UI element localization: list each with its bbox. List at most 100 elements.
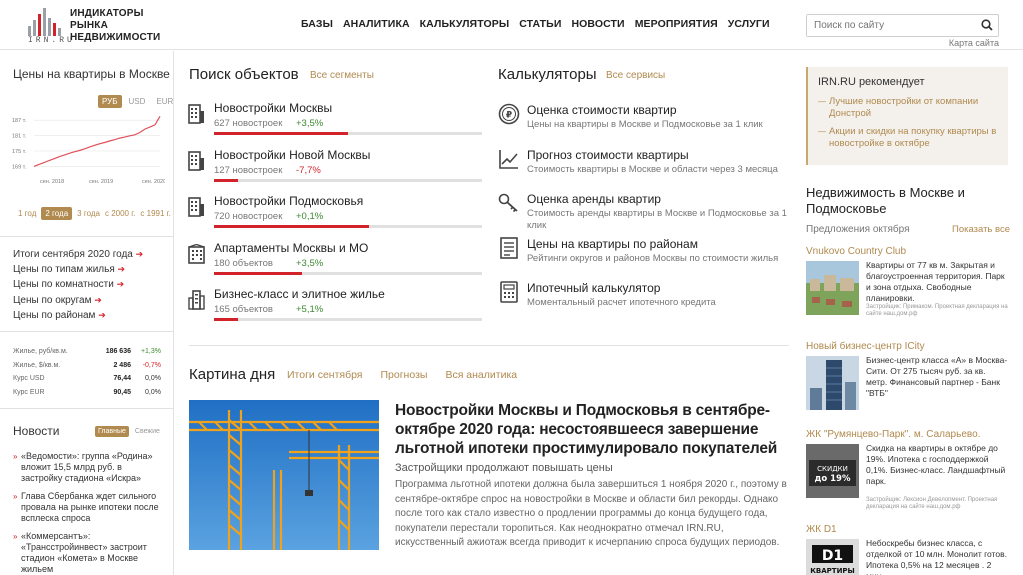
sitemap-link[interactable]: Карта сайта bbox=[949, 38, 999, 48]
calculator-item[interactable]: ₽ Оценка стоимости квартир Цены на кварт… bbox=[498, 101, 788, 146]
currency-tab-eur[interactable]: EUR bbox=[152, 95, 177, 108]
divider bbox=[189, 345, 789, 346]
feature-image[interactable] bbox=[189, 400, 379, 550]
nav-calculators[interactable]: КАЛЬКУЛЯТОРЫ bbox=[420, 18, 510, 30]
object-name: Новостройки Подмосковья bbox=[214, 194, 364, 208]
discount-banner-line-1: СКИДКИ bbox=[817, 465, 848, 473]
object-count: 127 новостроек bbox=[214, 164, 283, 176]
currency-tab-usd[interactable]: USD bbox=[125, 95, 150, 108]
listing-image[interactable]: D1 КВАРТИРЫ bbox=[806, 539, 859, 575]
stat-value: 90,45 bbox=[113, 388, 131, 396]
object-name: Новостройки Новой Москвы bbox=[214, 147, 371, 162]
object-bar-fill bbox=[214, 318, 239, 321]
calculator-name: Прогноз стоимости квартиры bbox=[527, 147, 689, 162]
search-input[interactable] bbox=[807, 15, 972, 36]
stat-label: Жилье, $/кв.м. bbox=[13, 361, 61, 369]
nav-analytics[interactable]: АНАЛИТИКА bbox=[343, 18, 410, 30]
stat-row: Курс USD 76,44 0,0% bbox=[13, 372, 163, 386]
objects-list: Новостройки Москвы 627 новостроек +3,5% … bbox=[188, 99, 483, 332]
all-segments-link[interactable]: Все сегменты bbox=[310, 70, 374, 81]
nav-articles[interactable]: СТАТЬИ bbox=[519, 18, 561, 30]
object-item[interactable]: Бизнес-класс и элитное жилье 165 объекто… bbox=[188, 285, 483, 332]
building-icon bbox=[188, 104, 204, 124]
calculator-item[interactable]: Прогноз стоимости квартиры Стоимость ква… bbox=[498, 146, 788, 191]
link-by-rooms[interactable]: Цены по комнатности ➔ bbox=[13, 277, 143, 292]
news-tab-fresh[interactable]: Свежие bbox=[132, 426, 163, 437]
stat-label: Жилье, руб/кв.м. bbox=[13, 348, 68, 356]
recommend-link[interactable]: Лучшие новостройки от компании Донстрой bbox=[818, 96, 1006, 120]
link-by-areas[interactable]: Цены по районам ➔ bbox=[13, 308, 143, 323]
link-september-results[interactable]: Итоги сентября 2020 года ➔ bbox=[13, 247, 143, 262]
listing-name[interactable]: ЖК D1 bbox=[806, 524, 837, 535]
period-tab-1991[interactable]: с 1991 г. bbox=[140, 209, 170, 218]
object-item[interactable]: Новостройки Москвы 627 новостроек +3,5% bbox=[188, 99, 483, 146]
chart-x-tick: сен. 2019 bbox=[89, 179, 113, 185]
news-item[interactable]: «Коммерсантъ»: «Трансстройинвест» застро… bbox=[13, 531, 163, 575]
feature-headline[interactable]: Новостройки Москвы и Подмосковья в сентя… bbox=[395, 401, 790, 458]
object-item[interactable]: Новостройки Подмосковья 720 новостроек +… bbox=[188, 192, 483, 239]
calculator-item[interactable]: Ипотечный калькулятор Моментальный расче… bbox=[498, 279, 788, 324]
listing-ad-note: Застройщик: Примаком. Проектная декларац… bbox=[866, 304, 1008, 317]
nav-services[interactable]: УСЛУГИ bbox=[728, 18, 770, 30]
market-stats: Жилье, руб/кв.м. 186 636 +1,3% Жилье, $/… bbox=[13, 345, 163, 399]
calculators-title: Калькуляторы bbox=[498, 66, 597, 83]
object-count: 720 новостроек bbox=[214, 211, 283, 222]
listing-image[interactable] bbox=[806, 261, 859, 315]
residential-complex-image bbox=[806, 261, 859, 315]
discount-banner-line-2: до 19% bbox=[814, 474, 850, 484]
currency-tab-rub[interactable]: РУБ bbox=[98, 95, 122, 108]
listing-name[interactable]: Новый бизнес-центр ICity bbox=[806, 341, 925, 352]
object-count: 627 новостроек bbox=[214, 118, 283, 129]
link-by-housing-type[interactable]: Цены по типам жилья ➔ bbox=[13, 262, 143, 277]
listing-image[interactable] bbox=[806, 356, 859, 410]
logo-bars-icon bbox=[28, 6, 66, 36]
search-icon[interactable] bbox=[981, 19, 993, 31]
currency-tabs: РУБ USD EUR bbox=[98, 95, 177, 108]
news-item[interactable]: «Ведомости»: группа «Родина» вложит 15,5… bbox=[13, 451, 163, 484]
calculator-name: Оценка стоимости квартир bbox=[527, 103, 677, 117]
period-tab-2y[interactable]: 2 года bbox=[41, 207, 73, 220]
d1-banner-logo: D1 bbox=[822, 548, 843, 564]
link-by-districts[interactable]: Цены по округам ➔ bbox=[13, 293, 143, 308]
day-link-all-analytics[interactable]: Вся аналитика bbox=[445, 369, 517, 381]
listing-name[interactable]: Vnukovo Country Club bbox=[806, 246, 906, 257]
recommend-link[interactable]: Акции и скидки на покупку квартиры в нов… bbox=[818, 126, 1006, 150]
calculator-item[interactable]: Оценка аренды квартир Стоимость аренды к… bbox=[498, 190, 788, 235]
site-logo[interactable]: IRN.RU ИНДИКАТОРЫ РЫНКА НЕДВИЖИМОСТИ bbox=[28, 6, 160, 45]
object-bar bbox=[214, 318, 482, 321]
divider bbox=[0, 331, 174, 332]
news-tab-main[interactable]: Главные bbox=[95, 426, 129, 437]
object-item[interactable]: Апартаменты Москвы и МО 180 объектов +3,… bbox=[188, 239, 483, 286]
all-services-link[interactable]: Все сервисы bbox=[606, 70, 665, 81]
arrow-right-icon: ➔ bbox=[94, 294, 102, 305]
calculator-name: Цены на квартиры по районам bbox=[527, 236, 698, 251]
period-tab-3y[interactable]: 3 года bbox=[77, 209, 100, 218]
calculator-desc: Рейтинги округов и районов Москвы по сто… bbox=[527, 252, 779, 264]
elite-building-icon bbox=[188, 290, 205, 310]
stat-value: 76,44 bbox=[113, 375, 131, 383]
chart-y-tick: 187 т. bbox=[12, 118, 27, 124]
nav-news[interactable]: НОВОСТИ bbox=[571, 18, 624, 30]
show-all-link[interactable]: Показать все bbox=[952, 224, 1010, 235]
object-item[interactable]: Новостройки Новой Москвы 127 новостроек … bbox=[188, 146, 483, 193]
price-widget-title: Цены на квартиры в Москве bbox=[13, 67, 170, 81]
chart-y-tick: 175 т. bbox=[12, 149, 27, 155]
listing-image[interactable]: СКИДКИ до 19% bbox=[806, 444, 859, 498]
news-item[interactable]: Глава Сбербанка ждет сильного провала на… bbox=[13, 491, 163, 524]
day-link-forecasts[interactable]: Прогнозы bbox=[381, 369, 428, 381]
feature-subtitle: Застройщики продолжают повышать цены bbox=[395, 462, 613, 474]
calculator-item[interactable]: Цены на квартиры по районам Рейтинги окр… bbox=[498, 235, 788, 280]
nav-bases[interactable]: БАЗЫ bbox=[301, 18, 333, 30]
day-link-september[interactable]: Итоги сентября bbox=[287, 369, 363, 381]
nav-events[interactable]: МЕРОПРИЯТИЯ bbox=[635, 18, 718, 30]
period-tab-1y[interactable]: 1 год bbox=[18, 209, 36, 218]
object-name: Бизнес-класс и элитное жилье bbox=[214, 287, 385, 301]
news-list: «Ведомости»: группа «Родина» вложит 15,5… bbox=[13, 451, 163, 575]
period-tab-2000[interactable]: с 2000 г. bbox=[105, 209, 135, 218]
object-bar bbox=[214, 178, 482, 182]
divider bbox=[0, 236, 174, 237]
listing-name[interactable]: ЖК "Румянцево-Парк". м. Саларьево. bbox=[806, 429, 980, 440]
arrow-right-icon: ➔ bbox=[116, 279, 125, 290]
chart-x-tick: сен. 2018 bbox=[40, 179, 64, 185]
trend-chart-icon bbox=[499, 149, 518, 169]
